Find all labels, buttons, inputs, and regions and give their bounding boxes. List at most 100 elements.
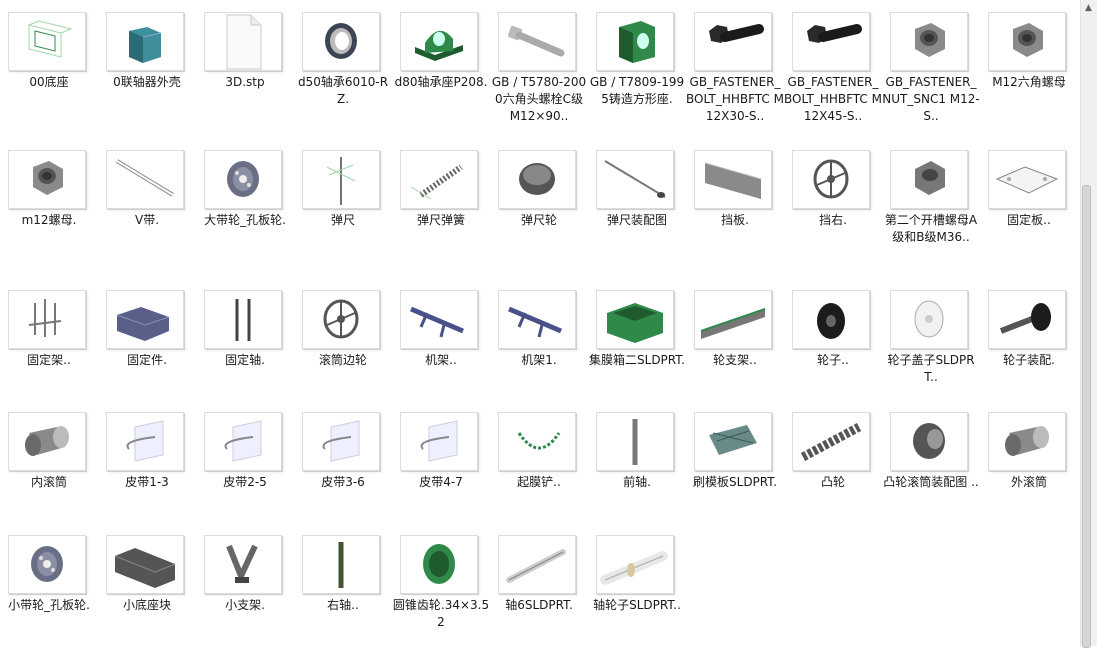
file-label: 大带轮_孔板轮.: [204, 213, 286, 227]
frame-icon: [498, 290, 576, 349]
handwheel-icon: [302, 290, 380, 349]
file-label: 起膜铲..: [517, 475, 561, 489]
pulley-icon: [8, 535, 86, 594]
file-label: 固定板..: [1007, 213, 1051, 227]
file-label: 凸轮滚筒装配图 ..: [883, 475, 979, 489]
file-label: V带.: [134, 213, 160, 227]
cam-drum-icon: [890, 412, 968, 471]
file-label: 内滚筒: [30, 475, 67, 489]
gear-wheel-icon: [792, 290, 870, 349]
wheel-assembly-icon: [988, 290, 1066, 349]
file-label: GB / T5780-2000六角头螺栓C级M12×90..: [491, 75, 587, 123]
file-label: 固定轴.: [225, 353, 265, 367]
cam-icon: [792, 412, 870, 471]
file-label: 第二个开槽螺母A级和B级M36..: [884, 213, 978, 244]
file-label: 皮带2-5: [223, 475, 267, 489]
drum-icon: [8, 412, 86, 471]
wheel-cover-icon: [890, 290, 968, 349]
film-box-icon: [596, 290, 674, 349]
file-label: 轴6SLDPRT.: [505, 598, 573, 612]
bolt-icon: [498, 12, 576, 71]
file-label: 右轴..: [327, 598, 359, 612]
bevel-gear-icon: [400, 535, 478, 594]
belt-loop-icon: [204, 412, 282, 471]
file-label: 前轴.: [623, 475, 651, 489]
file-label: d50轴承6010-RZ.: [297, 75, 389, 106]
frame-icon: [400, 290, 478, 349]
file-label: 机架..: [425, 353, 457, 367]
file-label: 小支架.: [225, 598, 265, 612]
right-shaft-icon: [302, 535, 380, 594]
bearing-seat-icon: [400, 12, 478, 71]
file-label: 0联轴器外壳: [113, 75, 181, 89]
file-label: d80轴承座P208.: [394, 75, 488, 89]
belt-loop-icon: [302, 412, 380, 471]
brush-template-icon: [694, 412, 772, 471]
assembly-rod-icon: [596, 150, 674, 209]
file-label: 皮带1-3: [125, 475, 169, 489]
base-part-icon: [8, 12, 86, 71]
wheel-icon: [498, 150, 576, 209]
spring-ruler-icon: [302, 150, 380, 209]
file-label: 挡板.: [721, 213, 749, 227]
file-label: 轮子盖子SLDPRT..: [887, 353, 975, 384]
hex-nut-icon: [8, 150, 86, 209]
scrollbar-thumb[interactable]: [1082, 185, 1091, 648]
file-label: 滚筒边轮: [318, 353, 367, 367]
file-label: 轮支架..: [713, 353, 757, 367]
spring-icon: [400, 150, 478, 209]
file-label: 3D.stp: [225, 75, 265, 89]
fixing-block-icon: [106, 290, 184, 349]
v-belt-icon: [106, 150, 184, 209]
belt-loop-icon: [400, 412, 478, 471]
hex-bolt-icon: [694, 12, 772, 71]
small-bracket-icon: [204, 535, 282, 594]
fixing-shaft-icon: [204, 290, 282, 349]
file-label: GB_FASTENER_BOLT_HHBFTC M12X30-S..: [686, 75, 784, 123]
file-label: 圆锥齿轮.34×3.52: [392, 598, 490, 629]
fixing-plate-icon: [988, 150, 1066, 209]
file-label: 挡右.: [819, 213, 847, 227]
file-label: GB_FASTENER_NUT_SNC1 M12-S..: [882, 75, 980, 123]
file-label: 小带轮_孔板轮.: [8, 598, 90, 612]
file-label: GB_FASTENER_BOLT_HHBFTC M12X45-S..: [784, 75, 882, 123]
belt-loop-icon: [106, 412, 184, 471]
file-label: M12六角螺母: [992, 75, 1066, 89]
coupling-housing-icon: [106, 12, 184, 71]
hex-bolt-icon: [792, 12, 870, 71]
file-label: 弹尺轮: [520, 213, 557, 227]
handwheel-icon: [792, 150, 870, 209]
file-label: 小底座块: [122, 598, 171, 612]
square-seat-icon: [596, 12, 674, 71]
file-label: GB / T7809-1995铸造方形座.: [589, 75, 685, 106]
file-label: 皮带4-7: [419, 475, 463, 489]
shaft-icon: [498, 535, 576, 594]
shaft-wheel-icon: [596, 535, 674, 594]
file-label: 固定件.: [127, 353, 167, 367]
pulley-icon: [204, 150, 282, 209]
hex-nut-icon: [890, 12, 968, 71]
file-grid: 00底座 0联轴器外壳 3D.stp d50轴承6010-RZ. d80轴承座P208.…: [0, 0, 1080, 646]
fixing-frame-icon: [8, 290, 86, 349]
file-label: 轮子..: [817, 353, 849, 367]
drum-icon: [988, 412, 1066, 471]
front-shaft-icon: [596, 412, 674, 471]
file-label: 集膜箱二SLDPRT.: [589, 353, 685, 367]
file-label: 00底座: [29, 75, 69, 89]
file-label: 弹尺装配图: [606, 213, 667, 227]
bearing-icon: [302, 12, 380, 71]
baffle-icon: [694, 150, 772, 209]
file-label: 凸轮: [820, 475, 845, 489]
file-label: 皮带3-6: [321, 475, 365, 489]
file-label: 轮子装配.: [1003, 353, 1055, 367]
file-label: 弹尺: [330, 213, 355, 227]
file-label: 固定架..: [27, 353, 71, 367]
file-label: 刷模板SLDPRT.: [693, 475, 777, 489]
slotted-nut-icon: [890, 150, 968, 209]
scroll-up-arrow-icon[interactable]: ▲: [1080, 0, 1097, 17]
file-label: 弹尺弹簧: [416, 213, 465, 227]
hex-nut-icon: [988, 12, 1066, 71]
file-label: 外滚筒: [1010, 475, 1047, 489]
small-base-block-icon: [106, 535, 184, 594]
file-label: m12螺母.: [21, 213, 77, 227]
